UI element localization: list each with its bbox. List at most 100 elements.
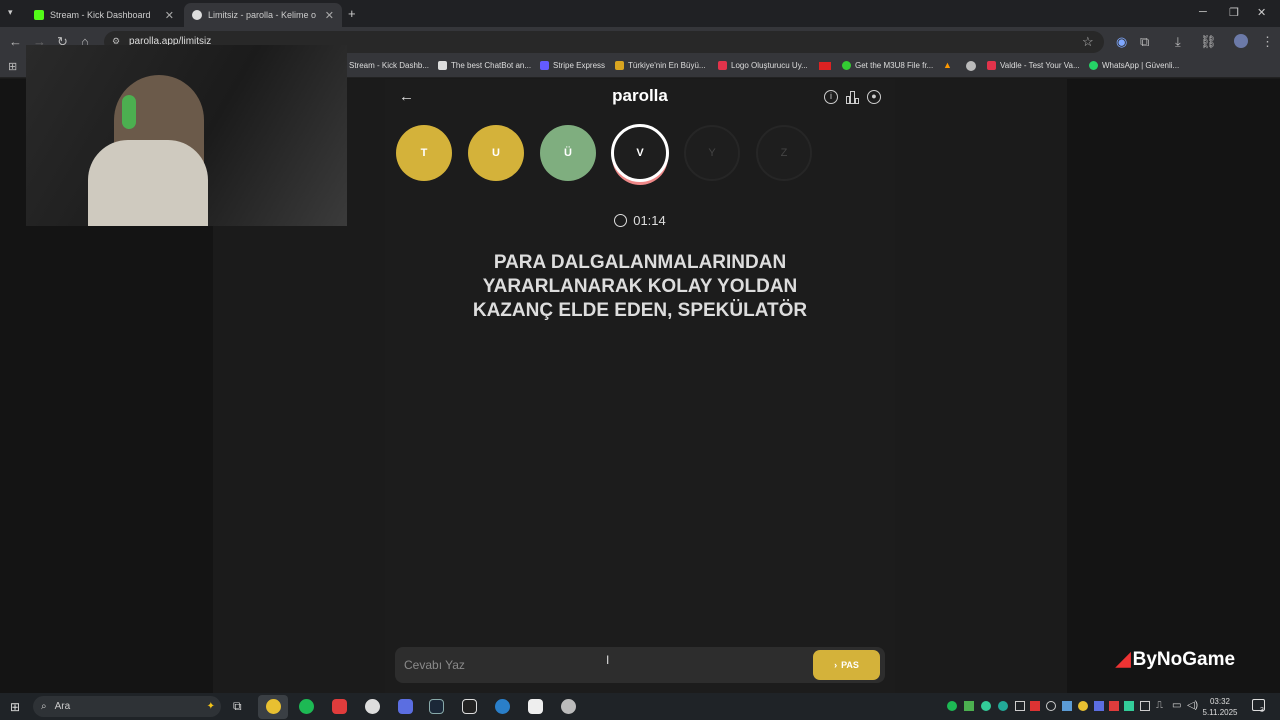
app-red-icon[interactable] (332, 699, 347, 714)
restore-icon[interactable]: ❐ (1229, 6, 1239, 19)
tray-chrome-icon[interactable] (1078, 701, 1088, 711)
tray-app-icon[interactable] (1015, 701, 1025, 711)
tab-kick-dashboard[interactable]: Stream - Kick Dashboard ✕ (26, 3, 182, 27)
steam-icon[interactable] (429, 699, 444, 714)
logo-maker-icon (718, 61, 727, 70)
microphone-icon[interactable]: ⎍ (1156, 700, 1163, 711)
notification-count: 3 (1260, 707, 1264, 714)
spotify-icon[interactable] (299, 699, 314, 714)
letter-label: Y (708, 147, 716, 159)
copilot-icon: ✦ (206, 701, 215, 712)
letter-circle-u: U (468, 125, 524, 181)
letter-label: T (420, 147, 428, 159)
bookmark-label: Stream - Kick Dashb... (349, 61, 430, 70)
app-blue-icon[interactable] (495, 699, 510, 714)
window-close-icon[interactable]: ✕ (1257, 6, 1266, 19)
bookmark-item[interactable]: Stream - Kick Dashb... (349, 61, 429, 70)
triangle-icon[interactable]: ▲ (943, 60, 952, 70)
volume-icon[interactable]: ◁) (1187, 700, 1198, 711)
bookmark-item[interactable]: Valdle - Test Your Va... (987, 61, 1080, 70)
chatbot-icon (438, 61, 447, 70)
apps-icon[interactable]: ⊞ (8, 60, 17, 73)
logo-mark-icon: ◢ (1116, 649, 1131, 670)
bookmark-label: The best ChatBot an... (451, 61, 532, 70)
tray-app-icon[interactable] (1030, 701, 1040, 711)
epic-games-icon[interactable] (462, 699, 477, 714)
taskbar-clock[interactable]: 03:32 5.11.2025 (1200, 696, 1240, 718)
letter-circle-t: T (396, 125, 452, 181)
capcut-icon[interactable] (528, 699, 543, 714)
profile-icon[interactable]: ● (867, 90, 881, 104)
task-view-icon[interactable]: ⧉ (233, 699, 242, 714)
bookmark-item[interactable]: WhatsApp | Güvenli... (1089, 61, 1179, 70)
profile-avatar[interactable] (1234, 34, 1248, 48)
chevron-right-icon: › (834, 660, 838, 670)
bookmark-label: WhatsApp | Güvenli... (1102, 61, 1180, 70)
bookmark-item[interactable]: Türkiye'nin En Büyü... (615, 61, 706, 70)
tray-discord-icon[interactable] (1094, 701, 1104, 711)
close-icon[interactable]: ✕ (325, 9, 334, 22)
bookmark-star-icon[interactable]: ☆ (1082, 34, 1094, 50)
network-icon[interactable]: ▭ (1172, 700, 1181, 711)
bookmark-label: Logo Oluşturucu Uy... (731, 61, 808, 70)
headphone-icon (122, 95, 136, 129)
pass-button[interactable]: › PAS (813, 650, 880, 680)
chrome-icon[interactable] (266, 699, 281, 714)
tray-app-icon[interactable] (1046, 701, 1056, 711)
info-icon[interactable]: i (824, 90, 838, 104)
bookmark-label: Stripe Express (553, 61, 606, 70)
bookmark-label: Valdle - Test Your Va... (1000, 61, 1080, 70)
tab-title: Limitsiz - parolla - Kelime o (208, 10, 316, 20)
stats-icon[interactable] (846, 91, 860, 104)
letter-label: U (492, 147, 500, 159)
close-icon[interactable]: ✕ (165, 9, 174, 22)
back-icon[interactable]: ← (9, 34, 22, 49)
letter-label: V (636, 147, 644, 159)
m3u8-icon (842, 61, 851, 70)
tray-app-icon[interactable] (1109, 701, 1119, 711)
kick-icon (34, 10, 44, 20)
tray-steam-icon[interactable] (1062, 701, 1072, 711)
letter-label: Z (780, 147, 788, 159)
tray-app-icon[interactable] (1140, 701, 1150, 711)
bookmark-label: Türkiye'nin En Büyü... (628, 61, 706, 70)
letter-label: Ü (564, 147, 572, 159)
discord-icon[interactable] (398, 699, 413, 714)
bookmark-label: Get the M3U8 File fr... (855, 61, 934, 70)
taskbar-search[interactable]: ⌕ Ara ✦ (33, 696, 221, 717)
app-gray-icon[interactable] (561, 699, 576, 714)
bookmark-item[interactable]: Get the M3U8 File fr... (842, 61, 933, 70)
tray-spotify-icon[interactable] (947, 701, 957, 711)
youtube-icon[interactable] (819, 62, 831, 70)
right-gutter (895, 79, 1067, 693)
shirt-shape (88, 140, 208, 226)
letter-circle-u-umlaut: Ü (540, 125, 596, 181)
menu-icon[interactable]: ⋮ (1261, 34, 1274, 50)
bookmark-item[interactable]: The best ChatBot an... (438, 61, 531, 70)
audio-icon[interactable]: ◉ (1116, 34, 1127, 50)
new-tab-icon[interactable]: + (348, 6, 356, 21)
logo-text: ByNoGame (1132, 649, 1236, 670)
stripe-icon (540, 61, 549, 70)
tray-app-icon[interactable] (981, 701, 991, 711)
answer-input[interactable] (404, 652, 804, 678)
tray-app-icon[interactable] (964, 701, 974, 711)
link-icon[interactable]: ⛓ (1200, 34, 1217, 50)
letter-circle-z: Z (756, 125, 812, 181)
windows-start-icon[interactable]: ⊞ (10, 700, 20, 714)
obs-icon[interactable] (365, 699, 380, 714)
bookmark-item[interactable]: Logo Oluşturucu Uy... (718, 61, 808, 70)
bynogame-logo: ◢ ByNoGame (1116, 648, 1237, 671)
globe-icon[interactable] (966, 61, 976, 71)
download-icon[interactable]: ⤓ (1175, 34, 1181, 50)
clock-icon (614, 214, 628, 227)
extensions-icon[interactable]: ⧉ (1140, 34, 1149, 50)
tab-search-icon[interactable]: ▾ (8, 7, 13, 18)
parolla-favicon-icon (192, 10, 202, 20)
tray-app-icon[interactable] (998, 701, 1008, 711)
bookmark-item[interactable]: Stripe Express (540, 61, 605, 70)
search-icon: ⌕ (41, 701, 47, 712)
tray-app-icon[interactable] (1124, 701, 1134, 711)
tab-parolla[interactable]: Limitsiz - parolla - Kelime o ✕ (184, 3, 342, 27)
minimize-icon[interactable]: ─ (1199, 6, 1207, 18)
